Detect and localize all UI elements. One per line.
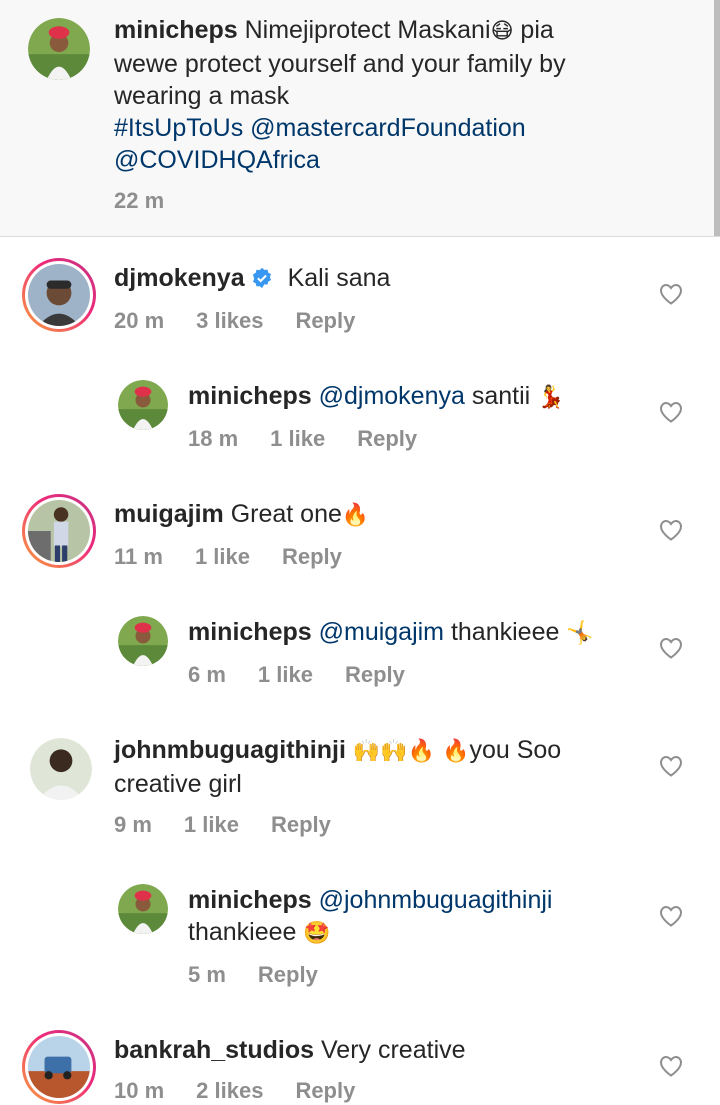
comment-text: johnmbuguagithinji 🙌🙌🔥 🔥you Soo creative… [114,736,562,798]
comment-time: 5 m [188,962,226,987]
reply-text: minicheps @djmokenya santii 💃 [188,382,565,410]
fire-emoji-icon: 🔥 [341,503,370,528]
scrollbar[interactable] [714,0,720,236]
avatar[interactable] [118,380,168,430]
likes-count[interactable]: 1 like [258,662,313,687]
comment-time: 9 m [114,812,152,837]
comment-username[interactable]: minicheps [188,886,312,914]
likes-count[interactable]: 1 like [195,544,250,569]
post-caption: minicheps Nimejiprotect Maskani😷 pia wew… [0,0,720,237]
avatar-photo [28,18,90,80]
reply-button[interactable]: Reply [295,308,355,333]
reply-text: minicheps @muigajim thankieee 🤸 [188,618,594,646]
avatar[interactable] [118,884,168,934]
comment-meta: 9 m 1 like Reply [114,812,363,838]
avatar[interactable] [118,616,168,666]
likes-count[interactable]: 2 likes [196,1078,263,1103]
heart-outline-icon[interactable] [659,637,683,659]
mention-link[interactable]: @johnmbuguagithinji [319,886,553,914]
mention-link[interactable]: @muigajim [319,618,444,646]
comment-text: bankrah_studios Very creative [114,1036,466,1064]
comment-time: 18 m [188,426,239,451]
comment-time: 20 m [114,308,165,333]
mask-emoji-icon: 😷 [490,19,514,44]
heart-outline-icon[interactable] [659,905,683,927]
avatar[interactable] [22,494,96,568]
heart-outline-icon[interactable] [659,755,683,777]
reply-text: minicheps @johnmbuguagithinji thankieee … [188,886,553,946]
caption-avatar[interactable] [28,18,90,80]
comment-text: muigajim Great one🔥 [114,500,370,528]
hashtag-link[interactable]: #ItsUpToUs [114,114,243,142]
comment-username[interactable]: johnmbuguagithinji [114,736,346,764]
caption-username[interactable]: minicheps [114,16,238,44]
likes-count[interactable]: 3 likes [196,308,263,333]
cartwheel-emoji-icon: 🤸 [566,621,594,646]
comment-time: 11 m [114,544,163,569]
verified-badge-icon [252,267,271,289]
comment-time: 10 m [114,1078,165,1103]
dancer-emoji-icon: 💃 [537,385,565,410]
avatar[interactable] [22,258,96,332]
heart-outline-icon[interactable] [659,401,683,423]
avatar[interactable] [30,738,92,800]
mention-link[interactable]: @mastercardFoundation [250,114,526,142]
reply-button[interactable]: Reply [295,1078,355,1103]
comment-username[interactable]: minicheps [188,382,312,410]
comment-time: 6 m [188,662,226,687]
heart-outline-icon[interactable] [659,283,683,305]
comment-meta: 11 m 1 like Reply [114,544,374,570]
reply-button[interactable]: Reply [357,426,417,451]
likes-count[interactable]: 1 like [270,426,325,451]
comment-meta: 6 m 1 like Reply [188,662,437,688]
comment-username[interactable]: minicheps [188,618,312,646]
reply-button[interactable]: Reply [271,812,331,837]
reply-button[interactable]: Reply [282,544,342,569]
comment-meta: 20 m 3 likes Reply [114,308,387,334]
comment-username[interactable]: muigajim [114,500,224,528]
heart-outline-icon[interactable] [659,519,683,541]
comment-username[interactable]: djmokenya [114,264,245,292]
raised-hands-fire-emoji-icon: 🙌🙌🔥 🔥 [352,739,470,764]
comment-username[interactable]: bankrah_studios [114,1036,314,1064]
comment-meta: 5 m Reply [188,962,350,988]
caption-time: 22 m [114,188,165,213]
comment-meta: 18 m 1 like Reply [188,426,449,452]
reply-button[interactable]: Reply [258,962,318,987]
mention-link[interactable]: @djmokenya [319,382,465,410]
avatar[interactable] [22,1030,96,1104]
likes-count[interactable]: 1 like [184,812,239,837]
comment-text: djmokenya Kali sana [114,264,391,292]
reply-button[interactable]: Reply [345,662,405,687]
star-struck-emoji-icon: 🤩 [303,921,331,946]
heart-outline-icon[interactable] [659,1055,683,1077]
comment-meta: 10 m 2 likes Reply [114,1078,387,1104]
caption-text: minicheps Nimejiprotect Maskani😷 pia wew… [114,16,566,174]
mention-link[interactable]: @COVIDHQAfrica [114,146,320,174]
